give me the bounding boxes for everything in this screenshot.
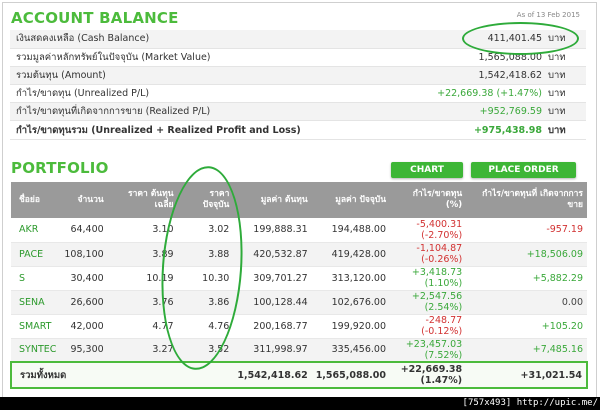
- market-value-cell: 102,676.00: [311, 290, 391, 315]
- balance-label: กำไร/ขาดทุน (Unrealized P/L): [10, 84, 406, 104]
- balance-unit: บาท: [546, 84, 586, 104]
- profit-loss-cell: +3,418.73 (1.10%): [390, 266, 467, 291]
- realized-pl-cell: +18,506.09: [466, 242, 587, 267]
- profit-loss-amount: -248.77: [425, 315, 463, 326]
- symbol-link[interactable]: PACE: [11, 242, 61, 267]
- realized-pl-cell: 0.00: [466, 290, 587, 315]
- as-of-date: As of 13 Feb 2015: [516, 11, 580, 19]
- total-realized-pl: +31,021.54: [466, 361, 588, 389]
- realized-pl-cell: +105.20: [466, 314, 587, 339]
- col-header-symbol[interactable]: ชื่อย่อ: [11, 182, 61, 218]
- balance-unit: บาท: [546, 120, 586, 140]
- total-profit-loss: +22,669.38 (1.47%): [390, 361, 467, 389]
- profit-loss-percent: (-0.12%): [421, 326, 463, 337]
- market-value-cell: 313,120.00: [311, 266, 391, 291]
- profit-loss-amount: -5,400.31: [416, 218, 463, 230]
- market-value-cell: 419,428.00: [311, 242, 391, 267]
- portfolio-row[interactable]: S 30,400 10.19 10.30 309,701.27 313,120.00 +3,…: [11, 266, 587, 291]
- quantity-cell: 42,000: [60, 314, 108, 339]
- profit-loss-percent: (1.10%): [424, 278, 463, 289]
- profit-loss-amount: +2,547.56: [411, 291, 463, 302]
- profit-loss-amount: +3,418.73: [411, 267, 463, 278]
- cost-value-cell: 309,701.27: [233, 266, 312, 291]
- col-header-market-value[interactable]: มูลค่า ปัจจุบัน: [311, 182, 391, 218]
- profit-loss-cell: -1,104.87 (-0.26%): [390, 242, 467, 267]
- quantity-cell: 30,400: [60, 266, 108, 291]
- cost-value-cell: 100,128.44: [233, 290, 312, 315]
- portfolio-row[interactable]: PACE 108,100 3.89 3.88 420,532.87 419,428.00-…: [11, 242, 587, 267]
- balance-row: กำไร/ขาดทุน (Unrealized P/L) +22,669.38 (…: [10, 84, 586, 104]
- portfolio-title: PORTFOLIO: [11, 159, 109, 177]
- total-market-value: 1,565,088.00: [311, 361, 391, 389]
- realized-pl-cell: +5,882.29: [466, 266, 587, 291]
- cost-value-cell: 311,998.97: [233, 338, 312, 363]
- balance-label: เงินสดคงเหลือ (Cash Balance): [10, 30, 406, 49]
- chart-button[interactable]: CHART: [391, 162, 463, 178]
- profit-loss-cell: +2,547.56 (2.54%): [390, 290, 467, 315]
- balance-value: +975,438.98: [406, 120, 546, 140]
- portfolio-total-row: รวมทั้งหมด 1,542,418.62 1,565,088.00 +22,66…: [9, 361, 588, 389]
- col-header-quantity[interactable]: จำนวน: [60, 182, 108, 218]
- profit-loss-amount: +23,457.03: [405, 338, 463, 350]
- cost-value-cell: 200,168.77: [233, 314, 312, 339]
- symbol-link[interactable]: SMART: [11, 314, 61, 339]
- quantity-cell: 64,400: [60, 218, 108, 243]
- portfolio-row[interactable]: AKR 64,400 3.10 3.02 199,888.31 194,488.00 -5,…: [11, 218, 587, 243]
- cash-balance-highlight-circle: [462, 22, 579, 55]
- profit-loss-cell: +23,457.03 (7.52%): [390, 338, 467, 363]
- profit-loss-percent: (2.54%): [424, 302, 463, 313]
- col-header-cost-value[interactable]: มูลค่า ต้นทุน: [233, 182, 312, 218]
- balance-value: 1,542,418.62: [406, 66, 546, 86]
- place-order-button[interactable]: PLACE ORDER: [471, 162, 576, 178]
- cost-value-cell: 199,888.31: [233, 218, 312, 243]
- market-value-cell: 194,488.00: [311, 218, 391, 243]
- account-balance-title: ACCOUNT BALANCE: [11, 9, 179, 27]
- cost-value-cell: 420,532.87: [233, 242, 312, 267]
- symbol-link[interactable]: SYNTEC: [11, 338, 61, 363]
- balance-row: กำไร/ขาดทุนที่เกิดจากการขาย (Realized P/…: [10, 102, 586, 122]
- realized-pl-cell: -957.19: [466, 218, 587, 243]
- symbol-link[interactable]: S: [11, 266, 61, 291]
- quantity-cell: 95,300: [60, 338, 108, 363]
- profit-loss-cell: -5,400.31 (-2.70%): [390, 218, 467, 243]
- market-value-cell: 335,456.00: [311, 338, 391, 363]
- portfolio-row[interactable]: SMART 42,000 4.77 4.76 200,168.77 199,920.00-…: [11, 314, 587, 339]
- balance-value: +952,769.59: [406, 102, 546, 122]
- profit-loss-percent: (-0.26%): [421, 254, 463, 265]
- balance-label: กำไร/ขาดทุนที่เกิดจากการขาย (Realized P/…: [10, 102, 406, 122]
- symbol-link[interactable]: SENA: [11, 290, 61, 315]
- quantity-cell: 26,600: [60, 290, 108, 315]
- profit-loss-amount: -1,104.87: [416, 243, 463, 254]
- balance-label: รวมมูลค่าหลักทรัพย์ในปัจจุบัน (Market Va…: [10, 48, 406, 67]
- portfolio-row[interactable]: SENA 26,600 3.76 3.86 100,128.44 102,676.00 +2…: [11, 290, 587, 315]
- profit-loss-percent: (7.52%): [424, 349, 463, 361]
- watermark-text: [757x493] http://upic.me/: [462, 398, 598, 408]
- col-header-profit-loss[interactable]: กำไร/ขาดทุน (%): [390, 182, 467, 218]
- realized-pl-cell: +7,485.16: [466, 338, 587, 363]
- balance-unit: บาท: [546, 66, 586, 86]
- balance-unit: บาท: [546, 102, 586, 122]
- quantity-cell: 108,100: [60, 242, 108, 267]
- profit-loss-percent: (-2.70%): [421, 229, 463, 241]
- total-cost-value: 1,542,418.62: [233, 361, 312, 389]
- balance-label: กำไร/ขาดทุนรวม (Unrealized + Realized Pr…: [10, 120, 406, 140]
- symbol-link[interactable]: AKR: [11, 218, 61, 243]
- watermark-bar: [757x493] http://upic.me/: [0, 397, 600, 410]
- portfolio-row[interactable]: SYNTEC 95,300 3.27 3.52 311,998.97 335,456.00…: [11, 338, 587, 363]
- total-profit-loss-amount: +22,669.38: [400, 364, 463, 375]
- profit-loss-cell: -248.77 (-0.12%): [390, 314, 467, 339]
- balance-value: +22,669.38 (+1.47%): [406, 84, 546, 104]
- portfolio-table: ชื่อย่อ จำนวน ราคา ต้นทุนเฉลี่ย ราคา ปัจจุบ…: [9, 182, 588, 389]
- col-header-avg-cost[interactable]: ราคา ต้นทุนเฉลี่ย: [107, 182, 178, 218]
- balance-label: รวมต้นทุน (Amount): [10, 66, 406, 86]
- col-header-realized-pl[interactable]: กำไร/ขาดทุนที่ เกิดจากการขาย: [466, 182, 587, 218]
- balance-row: รวมต้นทุน (Amount) 1,542,418.62 บาท: [10, 66, 586, 86]
- balance-row: กำไร/ขาดทุนรวม (Unrealized + Realized Pr…: [10, 120, 586, 140]
- portfolio-header-row: ชื่อย่อ จำนวน ราคา ต้นทุนเฉลี่ย ราคา ปัจจุบ…: [11, 182, 587, 218]
- total-profit-loss-percent: (1.47%): [420, 375, 463, 386]
- avg-cost-cell: 3.27: [107, 338, 178, 363]
- market-value-cell: 199,920.00: [311, 314, 391, 339]
